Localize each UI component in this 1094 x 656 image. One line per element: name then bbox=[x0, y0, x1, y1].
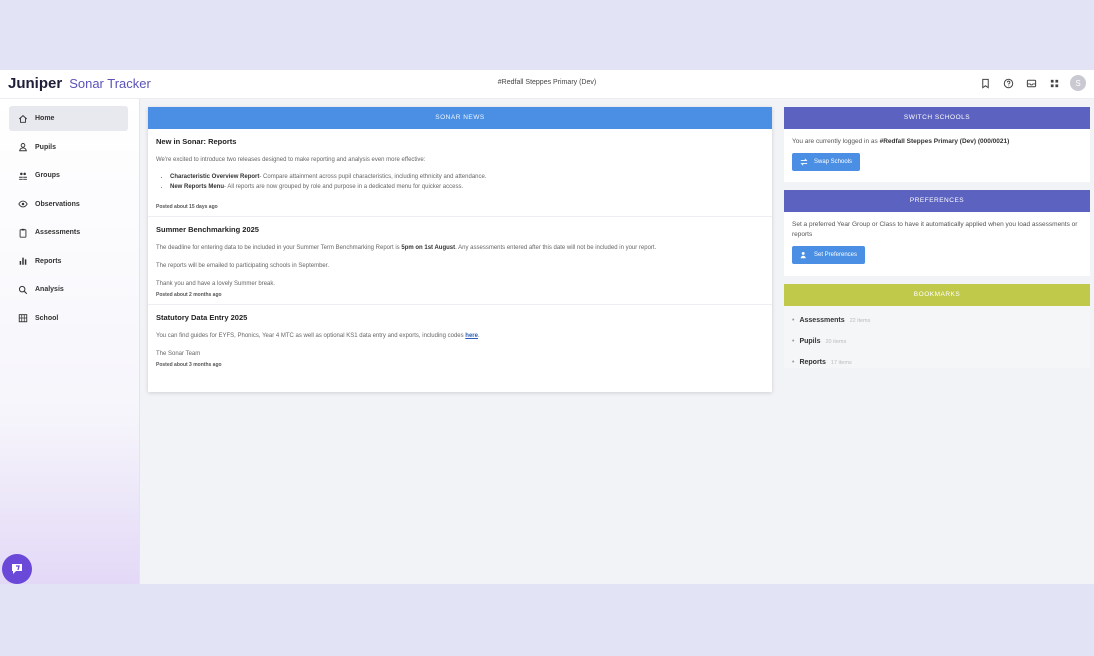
bullet-text: - All reports are now grouped by role an… bbox=[224, 184, 464, 190]
sidebar: Home Pupils Groups Observations Assessme… bbox=[0, 99, 140, 584]
sidebar-item-analysis[interactable]: Analysis bbox=[9, 277, 128, 302]
sidebar-item-school[interactable]: School bbox=[9, 306, 128, 331]
help-icon[interactable] bbox=[1001, 76, 1015, 90]
switch-schools-header: SWITCH SCHOOLS bbox=[784, 107, 1090, 129]
bookmark-item-assessments[interactable]: • Assessments 22 items bbox=[792, 310, 1082, 331]
bookmark-item-pupils[interactable]: • Pupils 20 items bbox=[792, 331, 1082, 352]
bookmark-name: Assessments bbox=[799, 317, 845, 324]
post-paragraph: The deadline for entering data to be inc… bbox=[156, 244, 764, 252]
logged-in-text: You are currently logged in as #Redfall … bbox=[792, 137, 1082, 147]
post-date: Posted about 3 months ago bbox=[156, 362, 222, 368]
sidebar-item-label: Analysis bbox=[35, 286, 64, 293]
sidebar-item-groups[interactable]: Groups bbox=[9, 163, 128, 188]
bullet-text: - Compare attainment across pupil charac… bbox=[259, 174, 487, 180]
post-paragraph: The Sonar Team bbox=[156, 351, 201, 357]
logged-in-school: #Redfall Steppes Primary (Dev) (000/0021… bbox=[879, 138, 1010, 145]
bookmark-count: 22 items bbox=[849, 317, 871, 324]
text-span: The deadline for entering data to be inc… bbox=[156, 245, 402, 251]
post-bullet-list: Characteristic Overview Report- Compare … bbox=[156, 172, 764, 192]
news-post: Summer Benchmarking 2025 The deadline fo… bbox=[148, 217, 772, 305]
sidebar-item-label: Home bbox=[35, 115, 55, 122]
sidebar-item-pupils[interactable]: Pupils bbox=[9, 135, 128, 160]
bullet-bold: Characteristic Overview Report bbox=[170, 174, 260, 180]
text-span: You are currently logged in as bbox=[792, 138, 880, 145]
switch-schools-card: SWITCH SCHOOLS You are currently logged … bbox=[784, 107, 1090, 182]
bookmark-item-reports[interactable]: • Reports 17 items bbox=[792, 352, 1082, 373]
post-title: New in Sonar: Reports bbox=[156, 137, 237, 146]
clipboard-icon bbox=[19, 228, 27, 238]
post-intro: We're excited to introduce two releases … bbox=[156, 157, 426, 163]
bullet-dot: • bbox=[792, 359, 795, 366]
sidebar-item-observations[interactable]: Observations bbox=[9, 192, 128, 217]
button-label: Set Preferences bbox=[814, 252, 858, 258]
group-icon bbox=[19, 172, 27, 180]
preferences-text: Set a preferred Year Group or Class to h… bbox=[792, 221, 1078, 238]
sidebar-item-label: Reports bbox=[35, 257, 62, 265]
bookmarks-card: BOOKMARKS • Assessments 22 items • Pupil… bbox=[784, 284, 1090, 368]
top-bar: Juniper Sonar Tracker #Redfall Steppes P… bbox=[0, 70, 1094, 99]
avatar[interactable]: S bbox=[1070, 75, 1086, 91]
chat-bubble-icon bbox=[12, 564, 22, 574]
top-icons: S bbox=[978, 75, 1086, 91]
set-preferences-button[interactable]: Set Preferences bbox=[792, 246, 866, 264]
mail-icon[interactable] bbox=[1024, 76, 1038, 90]
bullet-dot: • bbox=[792, 317, 795, 324]
post-title: Statutory Data Entry 2025 bbox=[156, 313, 248, 322]
person-icon bbox=[19, 143, 27, 152]
post-bullet: New Reports Menu- All reports are now gr… bbox=[170, 182, 764, 192]
bookmark-name: Reports bbox=[799, 359, 826, 366]
apps-grid-icon[interactable] bbox=[1047, 76, 1061, 90]
post-paragraph: Thank you and have a lovely Summer break… bbox=[156, 281, 276, 287]
post-date: Posted about 15 days ago bbox=[156, 204, 218, 210]
bookmarks-list: • Assessments 22 items • Pupils 20 items… bbox=[784, 306, 1090, 375]
text-span: . Any assessments entered after this dat… bbox=[455, 245, 657, 251]
deadline-bold: 5pm on 1st August bbox=[401, 245, 456, 251]
guides-link[interactable]: here bbox=[465, 333, 478, 339]
bookmark-name: Pupils bbox=[799, 338, 821, 345]
user-cog-icon bbox=[800, 251, 806, 259]
swap-schools-button[interactable]: Swap Schools bbox=[792, 153, 861, 171]
text-span: . bbox=[477, 333, 480, 339]
sidebar-item-label: Groups bbox=[35, 172, 60, 179]
sidebar-item-label: Pupils bbox=[35, 143, 57, 151]
sidebar-item-label: School bbox=[35, 314, 59, 322]
post-date: Posted about 2 months ago bbox=[156, 292, 222, 298]
bookmarks-header: BOOKMARKS bbox=[784, 284, 1090, 306]
swap-icon bbox=[800, 158, 808, 166]
current-school-title: #Redfall Steppes Primary (Dev) bbox=[497, 79, 597, 86]
button-label: Swap Schools bbox=[814, 159, 853, 165]
magnifier-icon bbox=[18, 285, 28, 294]
preferences-card: PREFERENCES Set a preferred Year Group o… bbox=[784, 190, 1090, 276]
bullet-bold: New Reports Menu bbox=[170, 184, 225, 190]
sonar-news-header: SONAR NEWS bbox=[148, 107, 772, 129]
bullet-dot: • bbox=[792, 338, 795, 345]
eye-icon bbox=[18, 200, 28, 208]
home-icon bbox=[18, 114, 28, 123]
sidebar-item-home[interactable]: Home bbox=[9, 106, 128, 131]
post-bullet: Characteristic Overview Report- Compare … bbox=[170, 172, 764, 182]
sidebar-item-reports[interactable]: Reports bbox=[9, 249, 128, 274]
post-paragraph: The reports will be emailed to participa… bbox=[156, 263, 330, 269]
preferences-header: PREFERENCES bbox=[784, 190, 1090, 212]
help-chat-button[interactable] bbox=[2, 554, 32, 584]
sonar-news-panel: SONAR NEWS New in Sonar: Reports We're e… bbox=[148, 107, 772, 392]
bookmark-count: 17 items bbox=[830, 359, 852, 366]
school-icon bbox=[18, 314, 28, 323]
sidebar-item-label: Observations bbox=[35, 200, 80, 208]
sidebar-item-label: Assessments bbox=[35, 229, 81, 236]
bar-chart-icon bbox=[19, 257, 27, 265]
news-post: New in Sonar: Reports We're excited to i… bbox=[148, 129, 772, 217]
bookmark-icon[interactable] bbox=[978, 76, 992, 90]
text-span: You can find guides for EYFS, Phonics, Y… bbox=[156, 333, 466, 339]
switch-schools-body: You are currently logged in as #Redfall … bbox=[784, 129, 1090, 179]
news-post: Statutory Data Entry 2025 You can find g… bbox=[148, 305, 772, 374]
sidebar-nav: Home Pupils Groups Observations Assessme… bbox=[9, 106, 128, 334]
preferences-body: Set a preferred Year Group or Class to h… bbox=[784, 212, 1090, 272]
sidebar-item-assessments[interactable]: Assessments bbox=[9, 220, 128, 245]
post-title: Summer Benchmarking 2025 bbox=[156, 225, 259, 234]
post-paragraph: You can find guides for EYFS, Phonics, Y… bbox=[156, 332, 764, 340]
bookmark-count: 20 items bbox=[825, 338, 847, 345]
